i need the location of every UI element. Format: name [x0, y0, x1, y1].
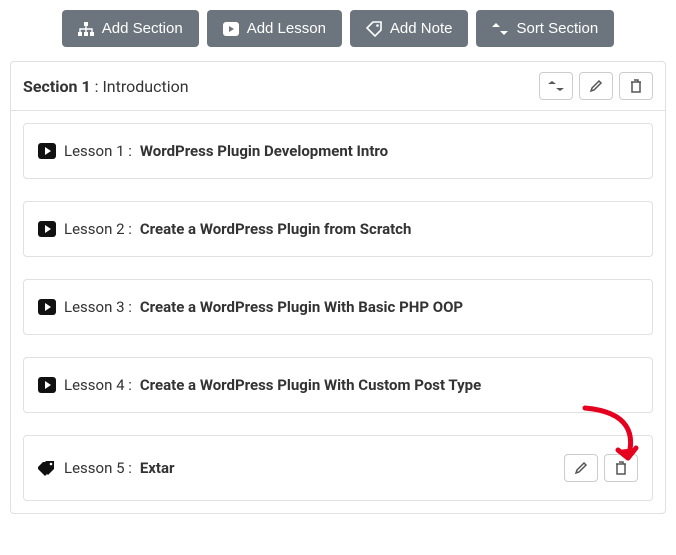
play-icon	[38, 143, 56, 159]
add-section-button[interactable]: Add Section	[62, 10, 199, 47]
trash-icon	[615, 461, 627, 475]
play-icon	[223, 22, 239, 36]
lesson-row[interactable]: Lesson 4 : Create a WordPress Plugin Wit…	[23, 357, 653, 413]
section-title: Section 1 : Introduction	[23, 77, 539, 96]
section-edit-button[interactable]	[579, 72, 613, 100]
lesson-row[interactable]: Lesson 5 : Extar	[23, 435, 653, 501]
pencil-icon	[574, 461, 588, 475]
section-prefix: Section 1	[23, 77, 91, 96]
add-note-button[interactable]: Add Note	[350, 10, 469, 47]
lesson-prefix: Lesson 1 :	[64, 142, 132, 160]
section-delete-button[interactable]	[619, 72, 653, 100]
lesson-delete-button[interactable]	[604, 454, 638, 482]
add-section-label: Add Section	[102, 20, 183, 37]
lesson-name: Create a WordPress Plugin from Scratch	[140, 220, 412, 238]
lesson-actions	[564, 454, 638, 482]
course-builder-toolbar: Add Section Add Lesson Add Note Sort Sec…	[10, 10, 666, 47]
section-name: Introduction	[102, 77, 188, 96]
lesson-prefix: Lesson 4 :	[64, 376, 132, 394]
add-lesson-button[interactable]: Add Lesson	[207, 10, 342, 47]
pencil-icon	[589, 79, 603, 93]
section-actions	[539, 72, 653, 100]
play-icon	[38, 221, 56, 237]
lesson-prefix: Lesson 3 :	[64, 298, 132, 316]
sort-section-button[interactable]: Sort Section	[476, 10, 614, 47]
add-note-label: Add Note	[390, 20, 453, 37]
section-sep: :	[91, 77, 103, 96]
lesson-name: Create a WordPress Plugin With Basic PHP…	[140, 298, 463, 316]
play-icon	[38, 299, 56, 315]
trash-icon	[630, 79, 642, 93]
sitemap-icon	[78, 22, 94, 36]
lesson-row[interactable]: Lesson 3 : Create a WordPress Plugin Wit…	[23, 279, 653, 335]
tag-icon	[38, 459, 56, 477]
lesson-edit-button[interactable]	[564, 454, 598, 482]
tag-icon	[366, 21, 382, 37]
section-sort-button[interactable]	[539, 72, 573, 100]
lessons-list: Lesson 1 : WordPress Plugin Development …	[11, 111, 665, 513]
sort-section-label: Sort Section	[516, 20, 598, 37]
lesson-name: Extar	[140, 459, 175, 477]
lesson-row[interactable]: Lesson 2 : Create a WordPress Plugin fro…	[23, 201, 653, 257]
section-header: Section 1 : Introduction	[11, 62, 665, 111]
add-lesson-label: Add Lesson	[247, 20, 326, 37]
sort-icon	[548, 81, 564, 91]
sort-icon	[492, 23, 508, 35]
lesson-name: WordPress Plugin Development Intro	[140, 142, 388, 160]
section-block: Section 1 : Introduction Lesson 1 : Word…	[10, 61, 666, 514]
play-icon	[38, 377, 56, 393]
lesson-prefix: Lesson 5 :	[64, 459, 132, 477]
lesson-name: Create a WordPress Plugin With Custom Po…	[140, 376, 481, 394]
lesson-row[interactable]: Lesson 1 : WordPress Plugin Development …	[23, 123, 653, 179]
lesson-prefix: Lesson 2 :	[64, 220, 132, 238]
